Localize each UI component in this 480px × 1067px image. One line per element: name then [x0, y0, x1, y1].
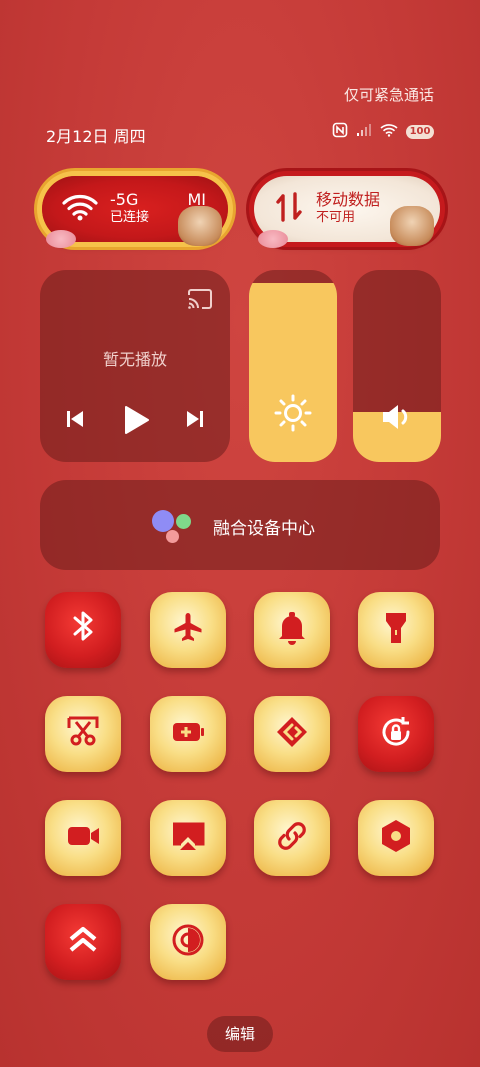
mobile-data-toggle[interactable]: 移动数据 不可用 — [254, 176, 440, 248]
bluetooth-icon — [65, 610, 101, 650]
battery-indicator: 100 — [406, 125, 434, 139]
media-player-card[interactable]: 暂无播放 — [40, 270, 230, 462]
tile-dark-mode[interactable] — [150, 904, 226, 980]
tile-screenshot[interactable] — [45, 696, 121, 772]
device-center-label: 融合设备中心 — [213, 519, 315, 539]
date-label: 2月12日 周四 — [46, 127, 146, 146]
mobile-data-icon — [274, 190, 304, 228]
flashlight-icon — [378, 610, 414, 650]
tile-link[interactable] — [254, 800, 330, 876]
speaker-icon — [380, 402, 414, 436]
bell-icon — [274, 610, 310, 650]
device-center-icon — [152, 510, 196, 544]
battery-saver-icon — [170, 714, 206, 754]
tile-screen-record[interactable] — [45, 800, 121, 876]
mobile-data-label: 移动数据 — [316, 190, 381, 209]
screen-record-icon — [65, 818, 101, 858]
tile-rotation-lock[interactable] — [358, 696, 434, 772]
volume-slider[interactable] — [353, 270, 441, 462]
tile-bluetooth[interactable] — [45, 592, 121, 668]
lotus-decoration — [258, 230, 288, 248]
wifi-toggle[interactable]: -5G 已连接 MI — [42, 176, 228, 248]
emergency-calls-only-text: 仅可紧急通话 — [343, 86, 434, 104]
signal-icon — [356, 123, 372, 141]
play-icon[interactable] — [122, 405, 150, 439]
tile-data-saver[interactable] — [45, 904, 121, 980]
tile-share[interactable] — [254, 696, 330, 772]
tile-battery-saver[interactable] — [150, 696, 226, 772]
previous-track-icon[interactable] — [64, 408, 86, 434]
brightness-icon — [274, 394, 312, 436]
system-status-icons: 100 — [332, 122, 434, 142]
nfc-icon — [332, 122, 348, 142]
settings-icon — [378, 818, 414, 858]
data-saver-icon — [65, 922, 101, 962]
dark-mode-icon — [170, 922, 206, 962]
tile-flashlight[interactable] — [358, 592, 434, 668]
device-center-card[interactable]: 融合设备中心 — [40, 480, 440, 570]
share-icon — [274, 714, 310, 754]
link-icon — [274, 818, 310, 858]
brightness-slider[interactable] — [249, 270, 337, 462]
lion-decoration — [178, 206, 222, 246]
wifi-status-icon — [380, 123, 398, 141]
tile-cast[interactable] — [150, 800, 226, 876]
mobile-data-status: 不可用 — [316, 210, 356, 225]
tile-airplane[interactable] — [150, 592, 226, 668]
cast-icon[interactable] — [186, 288, 214, 314]
lion-decoration — [390, 206, 434, 246]
tile-settings[interactable] — [358, 800, 434, 876]
now-playing-text: 暂无播放 — [102, 350, 167, 369]
tile-bell[interactable] — [254, 592, 330, 668]
rotation-lock-icon — [378, 714, 414, 754]
edit-button[interactable]: 编辑 — [207, 1016, 273, 1052]
next-track-icon[interactable] — [184, 408, 206, 434]
wifi-icon — [62, 193, 98, 225]
wifi-status: 已连接 — [110, 210, 150, 225]
wifi-network-name: -5G — [110, 190, 139, 209]
airplane-icon — [170, 610, 206, 650]
cast-icon — [170, 818, 206, 858]
screenshot-icon — [65, 714, 101, 754]
lotus-decoration — [46, 230, 76, 248]
